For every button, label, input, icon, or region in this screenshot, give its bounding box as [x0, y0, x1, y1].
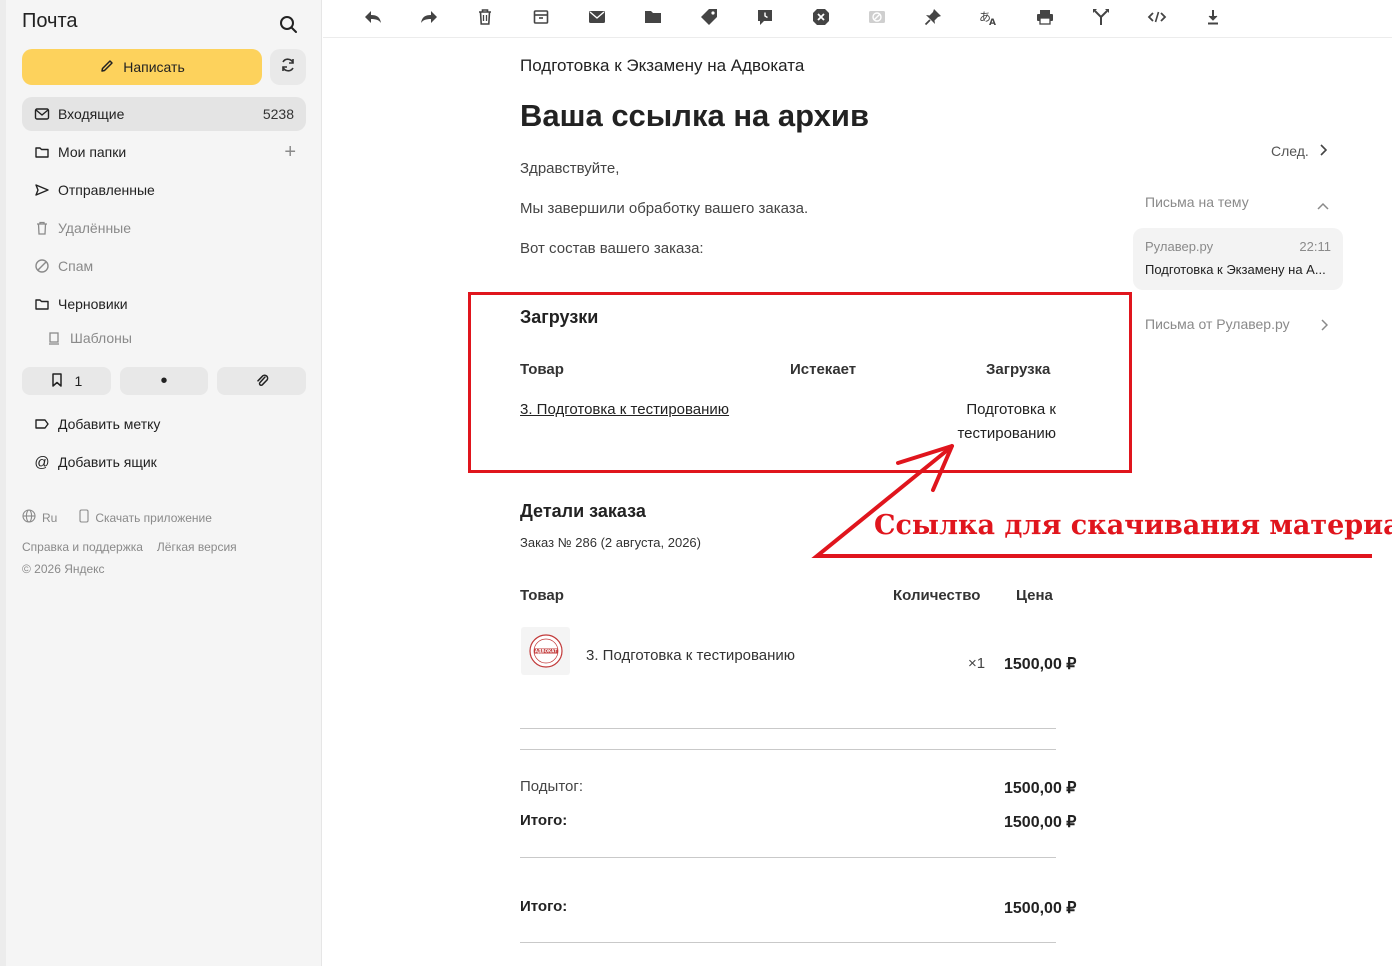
annotation-arrow	[811, 444, 1372, 558]
annotation-label: Ссылка для скачивания материалов	[874, 510, 1392, 541]
